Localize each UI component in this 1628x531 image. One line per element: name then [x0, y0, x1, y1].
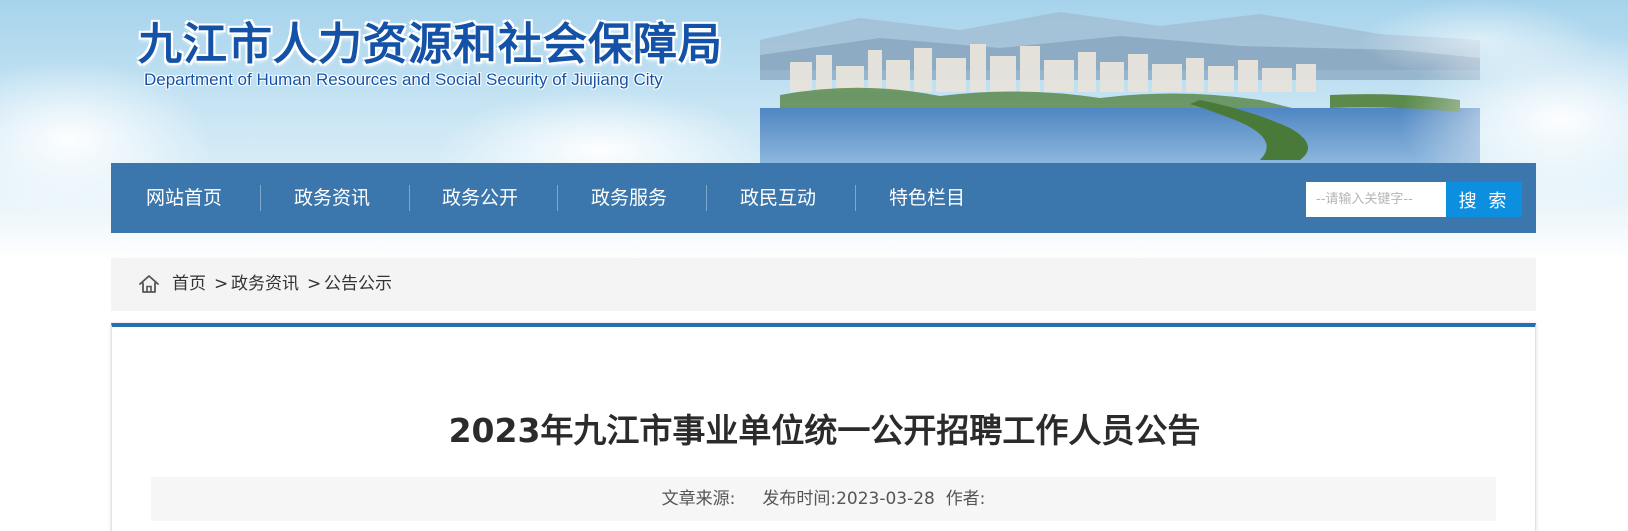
nav-divider — [855, 185, 856, 211]
search-button[interactable]: 搜 索 — [1446, 182, 1522, 217]
breadcrumb-news[interactable]: 政务资讯 — [231, 258, 299, 311]
search-input[interactable] — [1306, 182, 1446, 217]
breadcrumb-separator: > — [307, 274, 322, 294]
article-container: 2023年九江市事业单位统一公开招聘工作人员公告 文章来源: 发布时间:2023… — [111, 323, 1536, 531]
breadcrumb-separator: > — [214, 274, 229, 294]
author-label: 作者: — [945, 489, 986, 509]
source-label: 文章来源: — [661, 489, 736, 509]
date-label: 发布时间: — [762, 489, 837, 509]
nav-divider — [409, 185, 410, 211]
site-title: 九江市人力资源和社会保障局 — [138, 19, 723, 70]
site-subtitle: Department of Human Resources and Social… — [144, 70, 663, 89]
nav-item-featured[interactable]: 特色栏目 — [889, 163, 965, 233]
nav-item-home[interactable]: 网站首页 — [146, 163, 222, 233]
nav-item-public-affairs[interactable]: 政务公开 — [442, 163, 518, 233]
nav-item-news[interactable]: 政务资讯 — [294, 163, 370, 233]
breadcrumb-announcements[interactable]: 公告公示 — [324, 258, 392, 311]
article-meta: 文章来源: 发布时间:2023-03-28 作者: — [151, 477, 1496, 521]
nav-item-interaction[interactable]: 政民互动 — [740, 163, 816, 233]
nav-divider — [260, 185, 261, 211]
article-title: 2023年九江市事业单位统一公开招聘工作人员公告 — [448, 411, 1201, 450]
home-icon — [139, 275, 159, 293]
breadcrumb: 首页 > 政务资讯 > 公告公示 — [111, 258, 1536, 311]
nav-divider — [557, 185, 558, 211]
page: 九江市人力资源和社会保障局 Department of Human Resour… — [0, 0, 1628, 531]
nav-divider — [706, 185, 707, 211]
breadcrumb-home[interactable]: 首页 — [172, 258, 206, 311]
publish-date: 2023-03-28 — [836, 489, 935, 509]
nav-item-services[interactable]: 政务服务 — [591, 163, 667, 233]
